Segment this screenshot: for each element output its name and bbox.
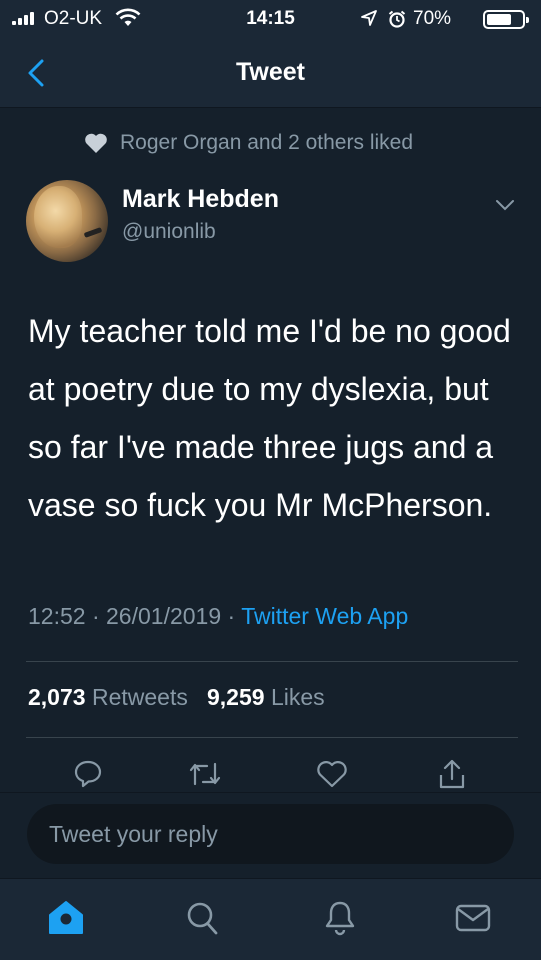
tweet-source-link[interactable]: Twitter Web App: [241, 603, 408, 629]
retweets-label: Retweets: [91, 684, 188, 710]
status-time: 14:15: [246, 8, 295, 29]
navigation-bar: Tweet: [0, 40, 541, 108]
share-icon: [439, 759, 465, 789]
likes-stat[interactable]: 9,259 Likes: [207, 684, 325, 710]
location-arrow-icon: [361, 10, 377, 26]
tweet-metadata: 12:52 · 26/01/2019 · Twitter Web App: [28, 603, 408, 630]
messages-icon: [455, 904, 491, 932]
reply-button[interactable]: [68, 756, 108, 792]
like-icon: [317, 761, 347, 788]
author-handle[interactable]: @unionlib: [122, 220, 216, 244]
social-context-text: Roger Organ and 2 others liked: [120, 131, 414, 154]
tweet-text: My teacher told me I'd be no good at poe…: [28, 313, 511, 523]
battery-icon: [483, 10, 529, 29]
tab-notifications[interactable]: [316, 895, 364, 941]
social-context[interactable]: Roger Organ and 2 others liked: [84, 131, 413, 155]
divider: [26, 661, 518, 662]
status-bar: O2-UK 14:15 70%: [0, 0, 541, 40]
author-name[interactable]: Mark Hebden: [122, 185, 279, 214]
avatar[interactable]: [26, 180, 108, 262]
tweet-options-button[interactable]: [490, 192, 520, 218]
likes-count: 9,259: [207, 684, 265, 710]
home-icon: [49, 901, 83, 934]
alarm-clock-icon: [388, 10, 406, 28]
battery-percentage: 70%: [413, 8, 452, 29]
likes-label: Likes: [270, 684, 325, 710]
meta-separator: ·: [227, 603, 236, 629]
reply-input[interactable]: [27, 804, 514, 864]
page-title: Tweet: [236, 58, 305, 86]
tweet-date: 26/01/2019: [106, 603, 222, 629]
tweet-stats: 2,073 Retweets 9,259 Likes: [28, 684, 325, 711]
tweet-time: 12:52: [28, 603, 86, 629]
share-button[interactable]: [432, 756, 472, 792]
heart-icon: [85, 133, 107, 153]
chevron-down-icon: [496, 200, 514, 211]
like-button[interactable]: [312, 756, 352, 792]
reply-icon: [74, 760, 102, 788]
battery-level-fill: [487, 14, 511, 25]
tab-messages[interactable]: [449, 895, 497, 941]
retweets-count: 2,073: [28, 684, 86, 710]
retweets-stat[interactable]: 2,073 Retweets: [28, 684, 188, 710]
notifications-icon: [325, 901, 355, 936]
tab-search[interactable]: [178, 895, 226, 941]
search-icon: [187, 902, 218, 935]
meta-separator: ·: [91, 603, 100, 629]
retweet-button[interactable]: [185, 756, 225, 792]
tab-home[interactable]: [42, 895, 90, 941]
divider: [26, 737, 518, 738]
retweet-icon: [189, 762, 221, 786]
